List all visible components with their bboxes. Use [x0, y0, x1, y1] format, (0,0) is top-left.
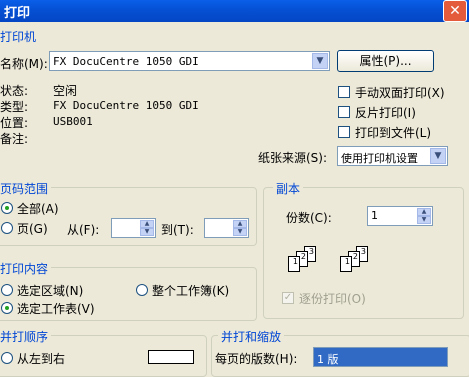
print-order-radio[interactable]	[1, 352, 13, 364]
location-label: 位置:	[0, 116, 29, 130]
title-bar: 打印 ✕	[0, 0, 469, 22]
copies-count-input[interactable]: 1 ▲ ▼	[367, 206, 433, 226]
to-label: 到(T):	[161, 223, 194, 237]
printer-name-select[interactable]: FX DocuCentre 1050 GDI ▼	[49, 51, 330, 71]
reverse-print-label: 反片打印(I)	[355, 106, 416, 120]
pages-per-sheet-select[interactable]: 1 版	[313, 347, 448, 367]
copies-count-value: 1	[371, 209, 378, 222]
page-range-section-title: 页码范围	[0, 180, 52, 197]
properties-button[interactable]: 属性(P)...	[337, 50, 434, 72]
all-pages-radio[interactable]	[1, 202, 13, 214]
print-order-first-option: 从左到右	[17, 352, 66, 366]
to-page-input[interactable]: ▲ ▼	[204, 218, 249, 238]
collate-label: 逐份打印(O)	[299, 292, 366, 306]
status-label: 状态:	[0, 84, 29, 98]
active-sheets-radio[interactable]	[1, 302, 13, 314]
copies-section-title: 副本	[273, 180, 304, 197]
paper-source-select[interactable]: 使用打印机设置 ▼	[337, 146, 448, 166]
from-label: 从(F):	[67, 223, 100, 237]
page-range-radio[interactable]	[1, 222, 13, 234]
spin-arrows[interactable]: ▲ ▼	[140, 220, 154, 236]
print-order-section-title: 并打顺序	[0, 328, 52, 345]
selection-label: 选定区域(N)	[17, 284, 84, 298]
location-value: USB001	[53, 115, 93, 128]
zoom-section-title: 并打和缩放	[218, 328, 285, 345]
paper-source-value: 使用打印机设置	[341, 152, 418, 165]
paper-source-label: 纸张来源(S):	[258, 151, 328, 165]
page-range-label: 页(G)	[17, 222, 48, 236]
print-order-illustration	[148, 350, 194, 364]
status-value: 空闲	[53, 84, 78, 98]
window-title: 打印	[4, 6, 31, 21]
printer-name-value: FX DocuCentre 1050 GDI	[53, 55, 199, 68]
spin-arrows[interactable]: ▲ ▼	[233, 220, 247, 236]
reverse-print-checkbox[interactable]	[338, 106, 350, 118]
comment-label: 备注:	[0, 132, 29, 146]
print-what-section-title: 打印内容	[0, 260, 52, 277]
manual-duplex-checkbox[interactable]	[338, 86, 350, 98]
close-button[interactable]: ✕	[443, 0, 467, 22]
type-value: FX DocuCentre 1050 GDI	[53, 99, 199, 112]
pages-per-sheet-value: 1 版	[317, 353, 339, 366]
collate-illustration: 3 2 1 3 2 1	[288, 246, 378, 276]
entire-workbook-radio[interactable]	[136, 284, 148, 296]
entire-workbook-label: 整个工作簿(K)	[152, 284, 230, 298]
type-label: 类型:	[0, 100, 29, 114]
chevron-down-icon: ▼	[430, 148, 446, 164]
spin-arrows[interactable]: ▲ ▼	[417, 208, 431, 224]
print-to-file-label: 打印到文件(L)	[355, 126, 432, 140]
copies-count-label: 份数(C):	[286, 211, 332, 225]
printer-section-title: 打印机	[0, 30, 37, 44]
print-to-file-checkbox[interactable]	[338, 126, 350, 138]
manual-duplex-label: 手动双面打印(X)	[355, 86, 445, 100]
all-pages-label: 全部(A)	[17, 202, 59, 216]
printer-name-label: 名称(M):	[0, 57, 48, 71]
chevron-down-icon: ▼	[312, 53, 328, 69]
pages-per-sheet-label: 每页的版数(H):	[215, 352, 298, 366]
active-sheets-label: 选定工作表(V)	[17, 302, 95, 316]
collate-checkbox[interactable]: ✓	[282, 292, 294, 304]
from-page-input[interactable]: ▲ ▼	[111, 218, 156, 238]
selection-radio[interactable]	[1, 284, 13, 296]
